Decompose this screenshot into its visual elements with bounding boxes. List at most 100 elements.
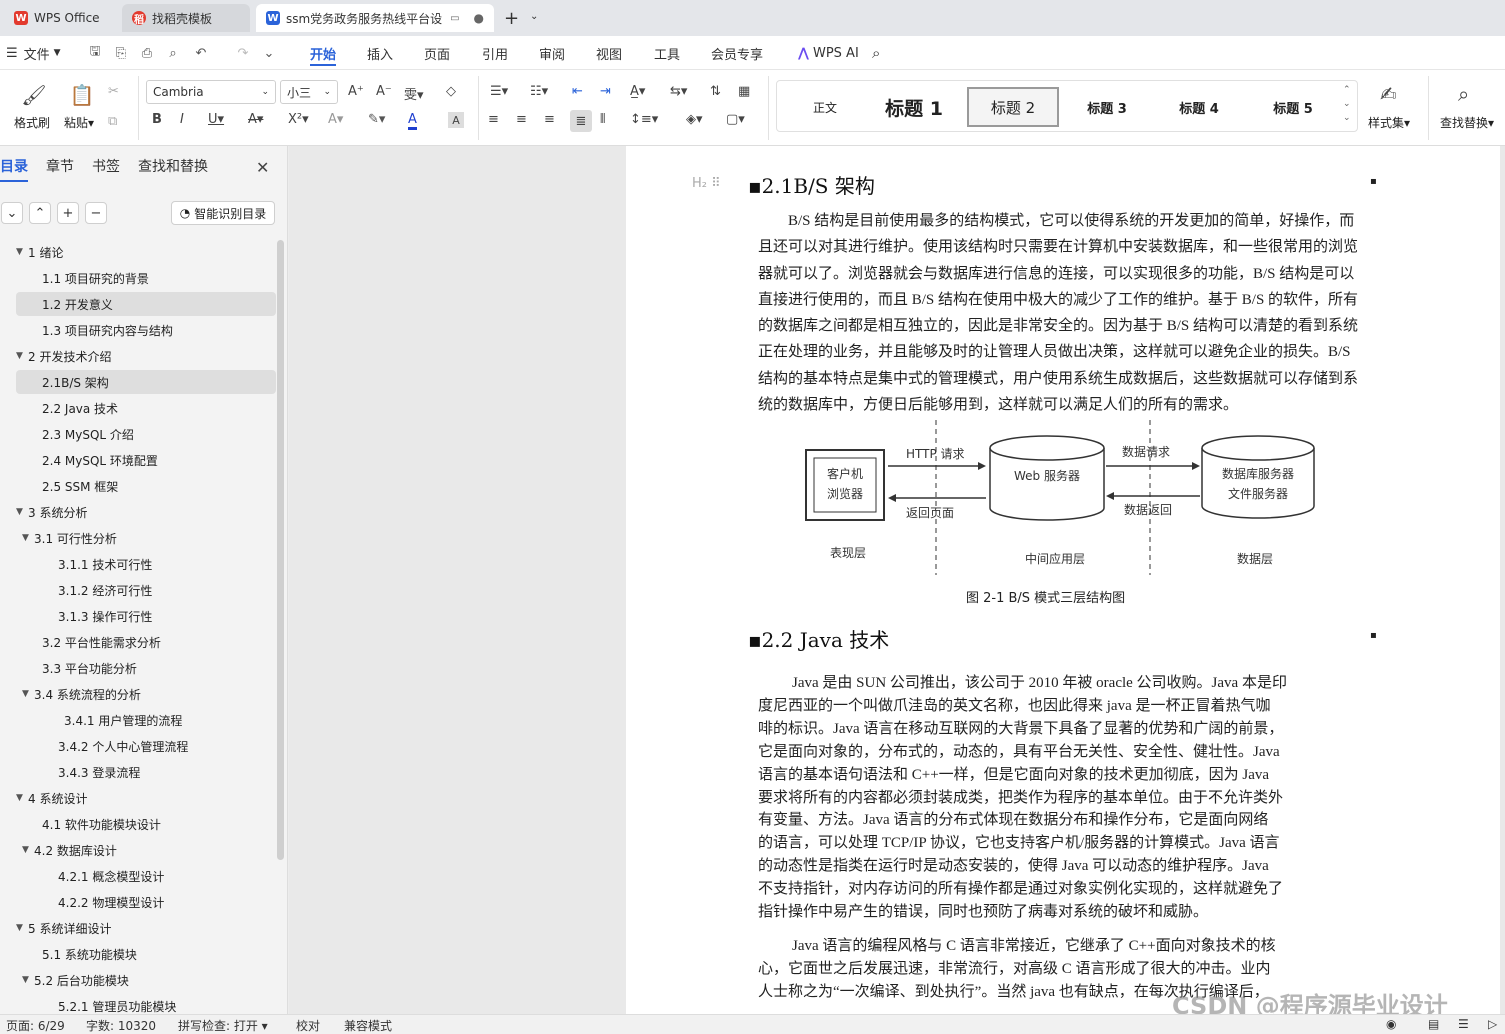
toc-item[interactable]: 2.1B/S 架构 — [16, 370, 276, 394]
toc-item[interactable]: ▼ 4 系统设计 — [16, 786, 276, 810]
toc-item[interactable]: 4.2.2 物理模型设计 — [16, 890, 276, 914]
bold-icon[interactable]: B — [152, 112, 162, 127]
file-menu[interactable]: ☰ 文件 ▼ — [6, 36, 61, 70]
toc-item[interactable]: 2.3 MySQL 介绍 — [16, 422, 276, 446]
redo-icon[interactable]: ↷ — [234, 44, 252, 62]
distribute-icon[interactable]: ⫴ — [600, 112, 605, 127]
toc-item[interactable]: 3.1.3 操作可行性 — [16, 604, 276, 628]
format-painter-label[interactable]: 格式刷 — [14, 114, 50, 131]
paste-icon[interactable]: 📋 — [66, 82, 98, 108]
expand-triangle-icon[interactable]: ▼ — [16, 351, 28, 361]
style-heading-2[interactable]: 标题 2 — [967, 87, 1059, 127]
expand-triangle-icon[interactable]: ▼ — [22, 689, 34, 699]
decrease-indent-icon[interactable]: ⇤ — [572, 84, 583, 99]
menu-home[interactable]: 开始 — [310, 36, 337, 70]
toc-item[interactable]: ▼ 5.2 后台功能模块 — [16, 968, 276, 992]
expand-triangle-icon[interactable]: ▼ — [16, 247, 28, 257]
sort-icon[interactable]: ⇅ — [710, 84, 721, 99]
menu-member[interactable]: 会员专享 — [711, 36, 763, 70]
expand-triangle-icon[interactable]: ▼ — [22, 975, 34, 985]
style-set-icon[interactable]: ✍ — [1380, 82, 1397, 106]
new-tab-icon[interactable]: + — [504, 8, 519, 29]
undo-icon[interactable]: ↶ — [192, 44, 210, 62]
scrollbar[interactable] — [277, 240, 284, 860]
bullet-list-icon[interactable]: ☰▾ — [490, 84, 508, 99]
toc-item[interactable]: ▼ 2 开发技术介绍 — [16, 344, 276, 368]
toc-item[interactable]: 3.1.2 经济可行性 — [16, 578, 276, 602]
page-view-icon[interactable]: ▤ — [1428, 1017, 1439, 1031]
strikethrough-icon[interactable]: A▾ — [248, 112, 263, 127]
shrink-font-icon[interactable]: A⁻ — [376, 84, 392, 99]
expand-triangle-icon[interactable]: ▼ — [22, 533, 34, 543]
shading-icon[interactable]: ◈▾ — [686, 112, 703, 127]
toc-item[interactable]: 3.3 平台功能分析 — [16, 656, 276, 680]
style-normal[interactable]: 正文 — [785, 87, 865, 127]
numbered-list-icon[interactable]: ☷▾ — [530, 84, 548, 99]
style-heading-4[interactable]: 标题 4 — [1159, 87, 1239, 127]
tab-find-replace[interactable]: 查找和替换 — [138, 156, 208, 176]
style-heading-1[interactable]: 标题 1 — [869, 87, 959, 127]
grow-font-icon[interactable]: A⁺ — [348, 84, 364, 99]
close-tab-icon[interactable]: ● — [474, 11, 484, 25]
close-icon[interactable]: ✕ — [256, 158, 269, 177]
menu-review[interactable]: 审阅 — [539, 36, 565, 70]
change-case-icon[interactable]: A̲▾ — [630, 84, 645, 99]
expand-triangle-icon[interactable]: ▼ — [16, 793, 28, 803]
copy-icon[interactable]: ⧉ — [108, 114, 117, 129]
play-icon[interactable]: ▷ — [1488, 1017, 1497, 1031]
toc-item[interactable]: 2.5 SSM 框架 — [16, 474, 276, 498]
toc-item[interactable]: 3.4.3 登录流程 — [16, 760, 276, 784]
increase-indent-icon[interactable]: ⇥ — [600, 84, 611, 99]
toc-item[interactable]: ▼ 4.2 数据库设计 — [16, 838, 276, 862]
tab-wps-office[interactable]: W WPS Office — [4, 4, 112, 32]
eye-icon[interactable]: ◉ — [1386, 1017, 1396, 1031]
gallery-scroll-icon[interactable]: ⌃ ⌄ ⌄ — [1343, 83, 1351, 125]
style-set-button[interactable]: 样式集▾ — [1368, 114, 1410, 131]
style-heading-5[interactable]: 标题 5 — [1253, 87, 1333, 127]
expand-triangle-icon[interactable]: ▼ — [22, 845, 34, 855]
font-select[interactable]: Cambria ⌄ — [146, 80, 276, 104]
toc-item[interactable]: ▼ 5 系统详细设计 — [16, 916, 276, 940]
search-icon[interactable]: ⌕ — [872, 36, 880, 70]
remove-icon[interactable]: − — [85, 202, 107, 224]
superscript-icon[interactable]: X²▾ — [288, 112, 309, 127]
toc-item[interactable]: 4.1 软件功能模块设计 — [16, 812, 276, 836]
justify-icon[interactable]: ≣ — [570, 110, 592, 132]
expand-triangle-icon[interactable]: ▼ — [16, 507, 28, 517]
toc-item[interactable]: 2.2 Java 技术 — [16, 396, 276, 420]
collapse-icon[interactable]: ⌄ — [1, 202, 23, 224]
chevron-down-icon[interactable]: ⌄ — [530, 11, 538, 22]
toc-item[interactable]: ▼ 3.1 可行性分析 — [16, 526, 276, 550]
tab-document[interactable]: W ssm党务政务服务热线平台设 ▭ ● — [256, 4, 494, 32]
chevron-down-icon[interactable]: ⌄ — [260, 44, 278, 62]
toc-item[interactable]: ▼ 3.4 系统流程的分析 — [16, 682, 276, 706]
heading-level-icon[interactable]: H₂ ⠿ — [692, 176, 721, 191]
clear-format-icon[interactable]: ◇ — [446, 84, 456, 99]
show-marks-icon[interactable]: ▦ — [738, 84, 750, 99]
spell-check-toggle[interactable]: 拼写检查: 打开 ▾ — [178, 1017, 268, 1034]
expand-triangle-icon[interactable]: ▼ — [16, 923, 28, 933]
align-left-icon[interactable]: ≡ — [488, 112, 499, 127]
save-icon[interactable]: 🖫 — [86, 44, 104, 62]
toc-item[interactable]: 1.1 项目研究的背景 — [16, 266, 276, 290]
phonetic-icon[interactable]: 雯▾ — [404, 84, 424, 103]
toc-item[interactable]: 3.1.1 技术可行性 — [16, 552, 276, 576]
menu-view[interactable]: 视图 — [596, 36, 622, 70]
print-preview-icon[interactable]: ⌕ — [164, 44, 182, 62]
tab-docer[interactable]: 稻 找稻壳模板 — [122, 4, 250, 32]
toc-item[interactable]: 1.3 项目研究内容与结构 — [16, 318, 276, 342]
smart-toc-button[interactable]: ◔ 智能识别目录 — [171, 201, 275, 225]
toc-item[interactable]: 3.2 平台性能需求分析 — [16, 630, 276, 654]
align-right-icon[interactable]: ≡ — [544, 112, 555, 127]
tab-toc[interactable]: 目录 — [0, 156, 28, 182]
style-heading-3[interactable]: 标题 3 — [1067, 87, 1147, 127]
underline-icon[interactable]: U▾ — [208, 112, 224, 127]
italic-icon[interactable]: I — [180, 112, 184, 127]
borders-icon[interactable]: ▢▾ — [726, 112, 745, 127]
line-spacing-icon[interactable]: ↕≡▾ — [630, 112, 658, 127]
menu-page[interactable]: 页面 — [424, 36, 450, 70]
expand-icon[interactable]: ⌃ — [29, 202, 51, 224]
toc-item[interactable]: ▼ 1 绪论 — [16, 240, 276, 264]
proofread-button[interactable]: 校对 — [296, 1017, 320, 1034]
text-direction-icon[interactable]: ⇆▾ — [670, 84, 687, 99]
